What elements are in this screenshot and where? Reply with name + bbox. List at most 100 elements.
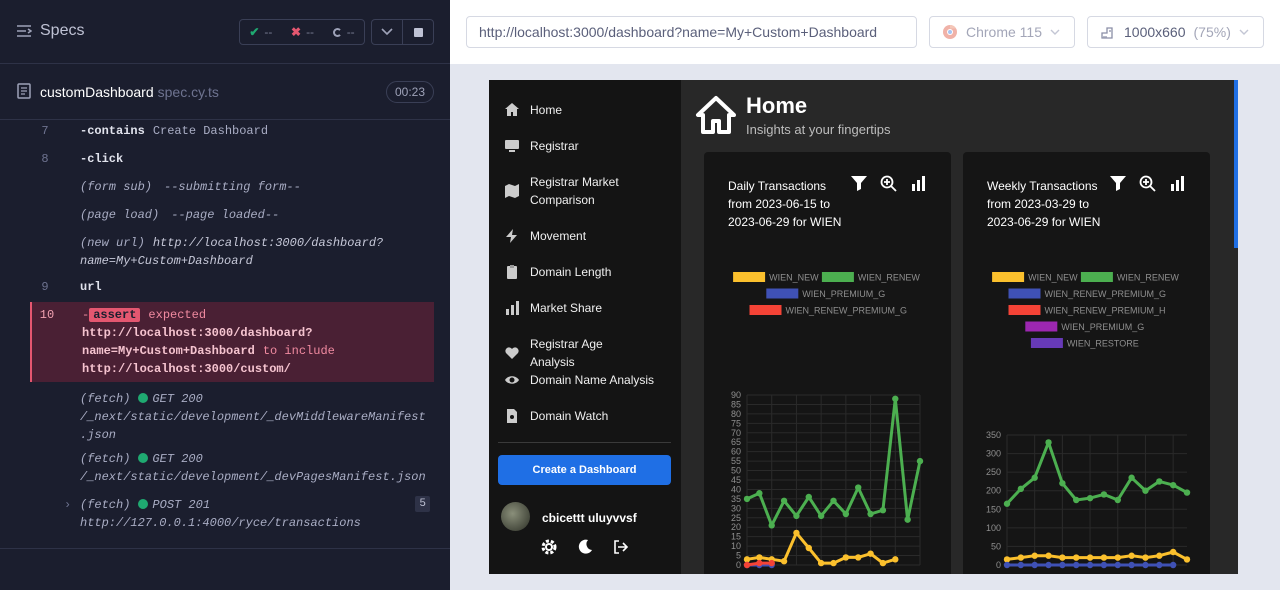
url-input[interactable]: http://localhost:3000/dashboard?name=My+… — [466, 16, 917, 48]
command-row[interactable]: (page load) --page loaded-- — [30, 204, 434, 232]
moon-icon[interactable] — [576, 538, 594, 556]
dropdown-button[interactable] — [371, 19, 403, 45]
check-icon: ✔ — [249, 25, 260, 39]
sidebar-item-domain-watch[interactable]: Domain Watch — [504, 407, 608, 425]
viewport-select[interactable]: 1000x660 (75%) — [1087, 16, 1264, 48]
bar-chart-icon[interactable] — [911, 175, 927, 191]
chevron-down-icon — [1050, 29, 1060, 35]
command-row[interactable]: (new url) http://localhost:3000/dashboard… — [30, 232, 434, 276]
spec-header: customDashboard spec.cy.ts 00:23 — [0, 64, 450, 120]
data-point — [743, 556, 751, 563]
command-row[interactable]: (fetch) GET 200 /_next/static/development… — [30, 448, 434, 494]
y-tick-label: 80 — [731, 409, 741, 419]
y-tick-label: 250 — [986, 467, 1001, 477]
data-point — [1169, 561, 1177, 569]
sidebar-item-registrar[interactable]: Registrar — [504, 137, 579, 155]
zoom-icon[interactable] — [880, 175, 898, 193]
test-stats: ✔ -- ✖ -- -- — [239, 19, 365, 45]
sidebar-item-label: Market Share — [530, 301, 603, 315]
data-point — [1169, 481, 1177, 489]
x-tick-label: 27-3-2023 — [977, 570, 1009, 572]
main-content: Home Insights at your fingertips Daily T… — [681, 80, 1238, 574]
command-row[interactable]: (fetch) GET 200 /_next/static/development… — [30, 382, 434, 448]
zoom-icon[interactable] — [1139, 175, 1157, 193]
data-point — [817, 559, 825, 567]
y-tick-label: 350 — [986, 430, 1001, 440]
command-row[interactable]: 7 -contains Create Dashboard — [30, 120, 434, 148]
scrollbar[interactable] — [1234, 80, 1238, 248]
y-tick-label: 50 — [991, 541, 1001, 551]
data-point — [756, 554, 763, 561]
data-point — [1142, 554, 1149, 561]
legend-label: WIEN_RENEW — [1117, 273, 1180, 283]
sidebar-item-registrar-age-analysis[interactable]: Registrar Age Analysis — [504, 335, 640, 371]
sidebar: Home Registrar Registrar Market Comparison… — [489, 80, 681, 574]
data-point — [768, 522, 775, 529]
command-row[interactable]: 8 -click — [30, 148, 434, 176]
data-point — [743, 495, 751, 503]
command-log: 7 -contains Create Dashboard 8 -click (form… — [30, 120, 434, 538]
command-row[interactable]: 9 url — [30, 276, 434, 302]
browser-select[interactable]: Chrome 115 — [929, 16, 1075, 48]
sidebar-item-registrar-market-comparison[interactable]: Registrar Market Comparison — [504, 173, 640, 209]
command-row[interactable]: › (fetch) POST 201 http://127.0.0.1:4000/… — [30, 494, 434, 534]
page-subtitle: Insights at your fingertips — [746, 122, 891, 137]
bar-chart-icon — [504, 300, 520, 316]
filter-icon[interactable] — [1109, 175, 1127, 191]
legend-swatch — [1008, 305, 1041, 315]
data-point — [879, 507, 887, 514]
x-tick-label: 24-4-2023 — [1032, 570, 1064, 572]
legend-swatch — [749, 305, 782, 315]
sidebar-item-market-share[interactable]: Market Share — [504, 299, 602, 317]
data-point — [1114, 554, 1121, 561]
data-point — [1114, 561, 1121, 569]
home-icon — [696, 96, 736, 134]
specs-toggle[interactable]: Specs — [16, 22, 84, 40]
legend-swatch — [1025, 321, 1058, 332]
assert-badge: assert — [89, 308, 141, 322]
sidebar-item-domain-name-analysis[interactable]: Domain Name Analysis — [504, 371, 654, 389]
runner-panel: Specs ✔ -- ✖ -- -- customDashboard spec.cy.… — [0, 0, 450, 590]
x-tick-label: 22-5-2023 — [1088, 570, 1120, 572]
legend-label: WIEN_RENEW_PREMIUM_G — [1045, 289, 1167, 299]
sidebar-item-label: Home — [530, 103, 563, 117]
logout-icon[interactable] — [612, 538, 630, 556]
chevron-down-icon — [381, 28, 393, 36]
legend-swatch — [1008, 288, 1041, 299]
stop-button[interactable] — [402, 19, 434, 45]
filter-icon[interactable] — [850, 175, 868, 191]
y-tick-label: 75 — [731, 418, 741, 428]
data-point — [793, 529, 800, 537]
y-tick-label: 10 — [731, 541, 741, 551]
status-dot-icon — [138, 453, 149, 463]
command-row[interactable]: (form sub) --submitting form-- — [30, 176, 434, 204]
gear-icon[interactable] — [540, 538, 558, 556]
chevron-right-icon[interactable]: › — [64, 496, 71, 514]
legend-label: WIEN_RENEW_PREMIUM_G — [786, 306, 908, 316]
x-tick-label: 5-6-2023 — [1118, 570, 1147, 572]
sidebar-item-label: Domain Name Analysis — [530, 373, 655, 387]
series-line — [1005, 440, 1188, 505]
data-point — [1045, 552, 1052, 559]
data-point — [1059, 480, 1066, 487]
data-point — [1003, 500, 1011, 507]
data-point — [756, 559, 763, 567]
y-tick-label: 50 — [731, 466, 741, 476]
bar-chart-icon[interactable] — [1170, 175, 1186, 191]
y-tick-label: 85 — [731, 399, 741, 409]
data-point — [830, 497, 837, 504]
divider — [498, 442, 671, 443]
x-tick-label: 10-4-2023 — [1005, 570, 1037, 572]
sidebar-item-home[interactable]: Home — [504, 101, 562, 119]
x-tick-label: 25-6-2023 — [840, 570, 872, 572]
sidebar-item-movement[interactable]: Movement — [504, 227, 586, 245]
map-icon — [504, 183, 520, 199]
y-tick-label: 60 — [731, 447, 741, 457]
legend-label: WIEN_NEW — [769, 273, 819, 283]
sidebar-item-domain-length[interactable]: Domain Length — [504, 263, 611, 281]
failed-assert-row[interactable]: 10 - assert expected http://localhost:3000… — [30, 302, 434, 382]
create-dashboard-button[interactable]: Create a Dashboard — [498, 455, 671, 485]
data-point — [855, 554, 862, 561]
runner-header: Specs ✔ -- ✖ -- -- — [0, 0, 450, 64]
data-point — [1142, 487, 1149, 494]
